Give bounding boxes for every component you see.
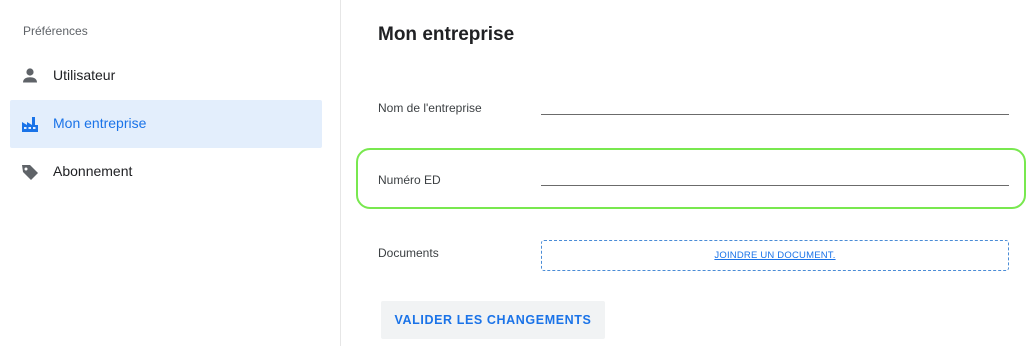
attach-document-dropzone[interactable]: JOINDRE UN DOCUMENT. (541, 240, 1009, 271)
submit-changes-button[interactable]: VALIDER LES CHANGEMENTS (381, 301, 605, 339)
main-panel: Mon entreprise Nom de l'entreprise Numér… (341, 0, 1030, 346)
sidebar-item-mon-entreprise[interactable]: Mon entreprise (10, 100, 322, 148)
factory-icon (22, 117, 38, 132)
sidebar-item-label: Abonnement (53, 163, 133, 179)
attach-document-link[interactable]: JOINDRE UN DOCUMENT. (714, 250, 835, 261)
ed-number-label: Numéro ED (378, 173, 441, 187)
documents-label: Documents (378, 246, 439, 260)
company-name-underline (541, 114, 1009, 115)
sidebar-item-label: Utilisateur (53, 67, 116, 83)
sidebar: Préférences Utilisateur Mon entreprise A… (0, 0, 341, 346)
sidebar-item-label: Mon entreprise (53, 115, 147, 131)
sidebar-title: Préférences (23, 24, 88, 38)
company-name-field[interactable] (541, 90, 1009, 112)
company-name-label: Nom de l'entreprise (378, 101, 482, 115)
person-icon (23, 68, 37, 83)
tag-icon (22, 165, 38, 180)
ed-number-underline (541, 185, 1009, 186)
page-title: Mon entreprise (378, 24, 515, 45)
sidebar-item-abonnement[interactable]: Abonnement (10, 148, 322, 196)
ed-number-field[interactable] (541, 162, 1009, 184)
sidebar-item-utilisateur[interactable]: Utilisateur (10, 52, 322, 100)
